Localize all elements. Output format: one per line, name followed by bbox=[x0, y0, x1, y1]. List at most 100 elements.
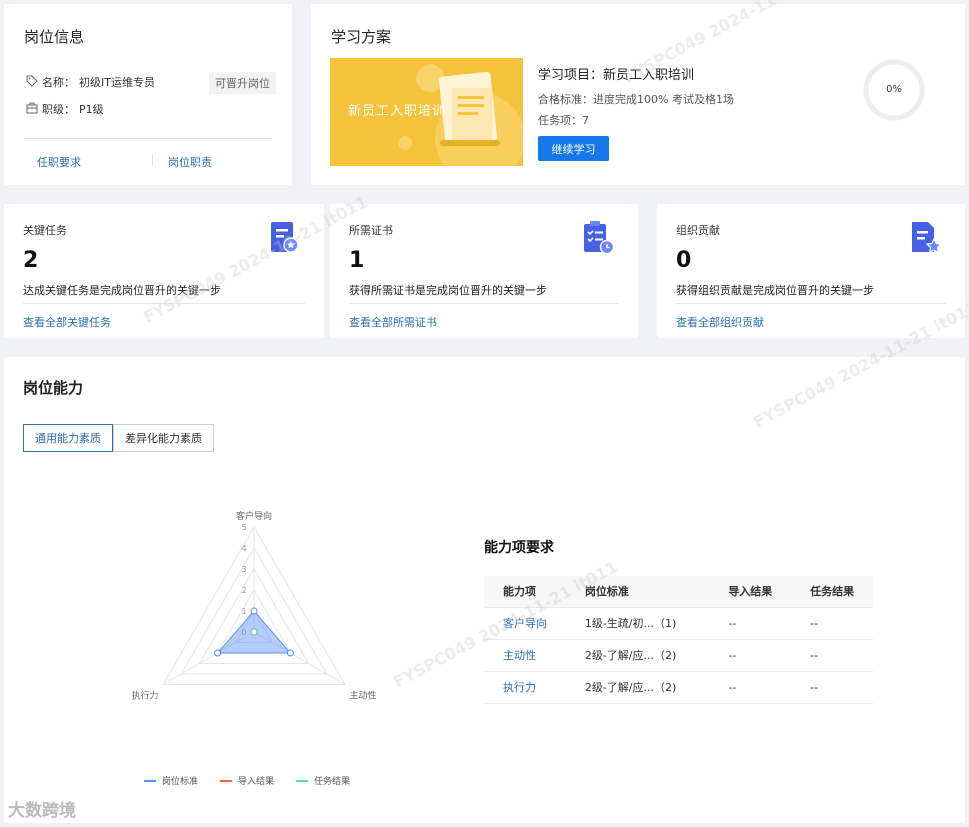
view-all-certificates-link[interactable]: 查看全部所需证书 bbox=[349, 314, 437, 330]
course-banner[interactable]: 新员工入职培训 bbox=[330, 58, 523, 166]
job-requirements-link[interactable]: 任职要求 bbox=[37, 154, 81, 170]
column-header: 岗位标准 bbox=[565, 576, 710, 608]
legend-swatch bbox=[220, 779, 233, 782]
radar-tick-label: 4 bbox=[241, 544, 246, 553]
import-result-cell: -- bbox=[709, 671, 792, 704]
column-header: 导入结果 bbox=[709, 576, 792, 608]
position-name-label: 名称： bbox=[42, 76, 75, 89]
table-row: 执行力 2级-了解/应...（2) -- -- bbox=[484, 671, 873, 704]
banner-text: 新员工入职培训 bbox=[348, 104, 447, 119]
key-tasks-card: 关键任务 2 达成关键任务是完成岗位晋升的关键一步 查看全部关键任务 bbox=[4, 204, 324, 338]
tag-icon bbox=[26, 75, 38, 90]
import-result-cell: -- bbox=[709, 607, 792, 640]
requirements-table: 能力项 岗位标准 导入结果 任务结果 客户导向 1级-生疏/初...（1) --… bbox=[484, 576, 873, 704]
stat-label: 所需证书 bbox=[349, 224, 393, 237]
requirements-title: 能力项要求 bbox=[484, 540, 554, 556]
continue-learning-button[interactable]: 继续学习 bbox=[538, 136, 609, 161]
radar-tick-label: 2 bbox=[241, 586, 246, 595]
document-star-icon bbox=[912, 222, 943, 254]
radar-axis-label: 执行力 bbox=[132, 690, 159, 702]
table-header-row: 能力项 岗位标准 导入结果 任务结果 bbox=[484, 576, 873, 608]
radar-tick-label: 3 bbox=[241, 565, 246, 574]
view-all-key-tasks-link[interactable]: 查看全部关键任务 bbox=[23, 314, 111, 330]
project-name[interactable]: 新员工入职培训 bbox=[603, 68, 694, 83]
ability-name-link[interactable]: 执行力 bbox=[484, 671, 566, 704]
stat-value: 2 bbox=[23, 248, 39, 273]
chart-legend: 岗位标准 导入结果 任务结果 bbox=[144, 774, 350, 787]
import-result-cell: -- bbox=[709, 639, 792, 672]
radar-tick-label: 1 bbox=[241, 607, 246, 616]
position-name-row: 名称： 初级IT运维专员 bbox=[26, 74, 155, 90]
legend-label: 任务结果 bbox=[314, 777, 351, 787]
org-contribution-card: 组织贡献 0 获得组织贡献是完成岗位晋升的关键一步 查看全部组织贡献 bbox=[657, 204, 965, 338]
standard-cell: 2级-了解/应...（2) bbox=[565, 671, 710, 704]
stat-description: 获得所需证书是完成岗位晋升的关键一步 bbox=[349, 284, 547, 297]
task-count: 7 bbox=[582, 114, 589, 127]
table-row: 客户导向 1级-生疏/初...（1) -- -- bbox=[484, 607, 873, 640]
brand-logo: 大数跨境 bbox=[8, 801, 76, 821]
building-icon bbox=[26, 102, 38, 117]
pass-label: 合格标准： bbox=[538, 93, 593, 106]
view-all-contributions-link[interactable]: 查看全部组织贡献 bbox=[676, 314, 764, 330]
standard-cell: 1级-生疏/初...（1) bbox=[565, 607, 710, 640]
position-level-label: 职级： bbox=[42, 103, 75, 116]
radar-axis-label: 客户导向 bbox=[236, 510, 272, 522]
ability-tabs: 通用能力素质 差异化能力素质 bbox=[23, 424, 214, 452]
tab-general-ability[interactable]: 通用能力素质 bbox=[23, 424, 113, 452]
position-info-title: 岗位信息 bbox=[24, 28, 85, 46]
legend-item-task[interactable]: 任务结果 bbox=[296, 774, 350, 787]
stat-label: 组织贡献 bbox=[676, 224, 720, 237]
position-ability-card: 岗位能力 通用能力素质 差异化能力素质 0 1 2 3 4 5 客户导向 主动性 执行力 岗位标… bbox=[4, 357, 965, 823]
certificate-icon bbox=[271, 222, 299, 253]
divider bbox=[152, 154, 153, 166]
checklist-icon bbox=[584, 221, 615, 255]
stat-description: 获得组织贡献是完成岗位晋升的关键一步 bbox=[676, 284, 874, 297]
radar-data-point bbox=[214, 649, 222, 657]
stat-value: 0 bbox=[676, 248, 692, 273]
divider bbox=[24, 138, 272, 139]
stat-label: 关键任务 bbox=[23, 224, 67, 237]
table-row: 主动性 2级-了解/应...（2) -- -- bbox=[484, 639, 873, 672]
standard-cell: 2级-了解/应...（2) bbox=[565, 639, 710, 672]
learning-plan-title: 学习方案 bbox=[331, 28, 392, 46]
legend-swatch bbox=[144, 779, 156, 782]
progress-percent: 0% bbox=[886, 84, 902, 95]
legend-item-standard[interactable]: 岗位标准 bbox=[144, 774, 198, 787]
position-level-value: P1级 bbox=[79, 103, 104, 116]
position-info-card: 岗位信息 名称： 初级IT运维专员 可晋升岗位 职级： P1级 任职要求 岗位职… bbox=[4, 4, 292, 185]
divider bbox=[676, 303, 946, 304]
radar-data-point bbox=[250, 607, 258, 615]
legend-label: 导入结果 bbox=[238, 777, 275, 787]
position-name-value: 初级IT运维专员 bbox=[79, 76, 155, 89]
project-name-row: 学习项目：新员工入职培训 bbox=[538, 64, 694, 83]
radar-chart: 012345客户导向主动性执行力 bbox=[132, 510, 377, 702]
tab-differentiated-ability[interactable]: 差异化能力素质 bbox=[113, 424, 214, 452]
task-result-cell: -- bbox=[791, 607, 873, 640]
pass-standard-row: 合格标准：进度完成100% 考试及格1场 bbox=[538, 91, 734, 107]
legend-swatch bbox=[296, 779, 309, 782]
task-count-row: 任务项：7 bbox=[538, 112, 589, 128]
radar-axis-label: 主动性 bbox=[349, 690, 376, 702]
divider bbox=[23, 303, 305, 304]
task-result-cell: -- bbox=[791, 671, 873, 704]
ability-name-link[interactable]: 主动性 bbox=[484, 639, 566, 672]
task-label: 任务项： bbox=[538, 114, 582, 127]
radar-data-point bbox=[286, 649, 294, 657]
legend-item-import[interactable]: 导入结果 bbox=[220, 774, 274, 787]
promotable-badge: 可晋升岗位 bbox=[209, 72, 276, 94]
learning-plan-card: 学习方案 新员工入职培训 学习项目：新员工入职培训 合格标准：进度完成100% … bbox=[311, 4, 965, 185]
task-result-cell: -- bbox=[791, 639, 873, 672]
stat-value: 1 bbox=[349, 248, 365, 273]
stat-description: 达成关键任务是完成岗位晋升的关键一步 bbox=[23, 284, 221, 297]
job-duties-link[interactable]: 岗位职责 bbox=[168, 154, 212, 170]
column-header: 任务结果 bbox=[791, 576, 873, 608]
radar-tick-label: 5 bbox=[241, 523, 246, 532]
ability-name-link[interactable]: 客户导向 bbox=[484, 607, 566, 640]
project-label: 学习项目： bbox=[538, 68, 604, 83]
position-level-row: 职级： P1级 bbox=[26, 101, 104, 117]
legend-label: 岗位标准 bbox=[162, 777, 199, 787]
required-certificates-card: 所需证书 1 获得所需证书是完成岗位晋升的关键一步 查看全部所需证书 bbox=[330, 204, 638, 338]
divider bbox=[349, 303, 619, 304]
radar-data-point bbox=[250, 628, 258, 636]
ability-title: 岗位能力 bbox=[23, 379, 84, 397]
